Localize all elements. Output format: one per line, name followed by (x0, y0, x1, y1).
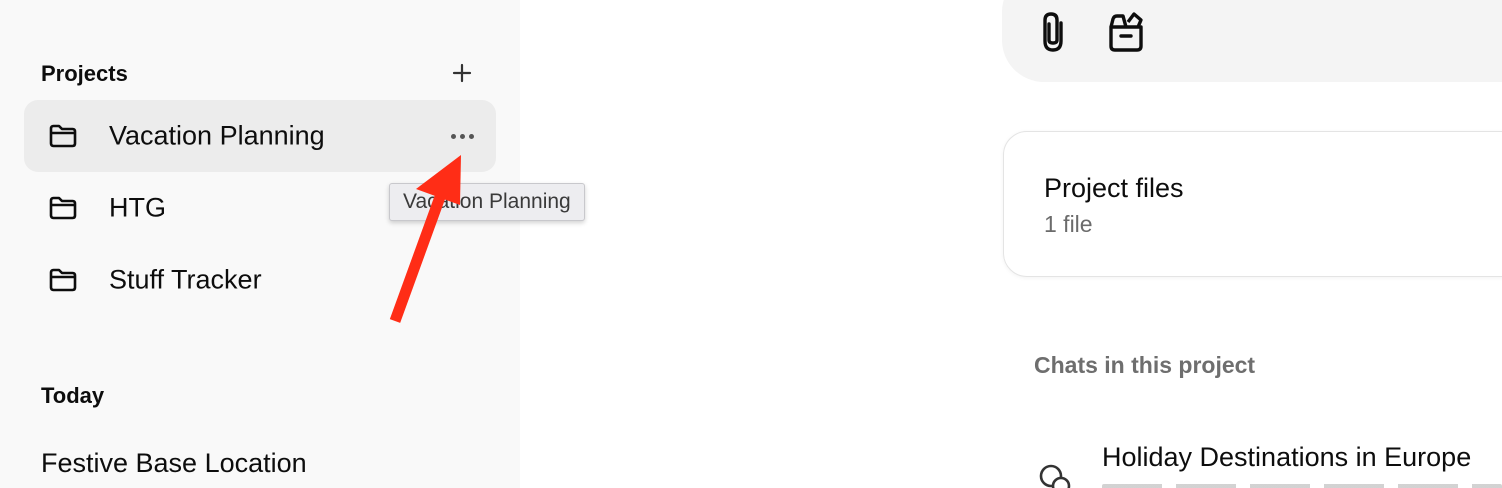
add-project-button[interactable] (448, 58, 476, 88)
toolbox-icon[interactable] (1104, 10, 1148, 54)
project-label: Stuff Tracker (109, 264, 262, 295)
sidebar: Projects Vacation Planning HTG Stuff Tra… (0, 0, 520, 488)
project-label: Vacation Planning (109, 120, 325, 151)
sidebar-project-stuff-tracker[interactable]: Stuff Tracker (24, 244, 496, 316)
projects-header: Projects (41, 61, 128, 86)
today-header: Today (41, 383, 105, 408)
chat-bubbles-icon (1039, 464, 1071, 488)
paperclip-icon[interactable] (1034, 10, 1074, 54)
folder-icon (49, 268, 77, 292)
plus-icon (452, 63, 472, 83)
app-window: Projects Vacation Planning HTG Stuff Tra… (0, 0, 1502, 488)
project-label: HTG (109, 192, 166, 223)
dot (468, 133, 474, 139)
sidebar-project-vacation-planning[interactable]: Vacation Planning (24, 100, 496, 172)
project-files-card[interactable] (1003, 131, 1502, 277)
chat-preview-text (1102, 480, 1502, 488)
sidebar-chat-item[interactable]: Festive Base Location (41, 448, 307, 479)
project-files-title: Project files (1044, 173, 1184, 203)
chats-section-header: Chats in this project (1034, 352, 1256, 378)
dot (459, 133, 465, 139)
folder-icon (49, 124, 77, 148)
project-chat-item[interactable]: Holiday Destinations in Europe (1102, 442, 1471, 473)
composer-box (1002, 0, 1502, 82)
project-files-count: 1 file (1044, 211, 1093, 237)
tooltip: Vacation Planning (389, 183, 585, 221)
dot (450, 133, 456, 139)
folder-icon (49, 196, 77, 220)
project-options-button[interactable] (444, 126, 480, 146)
